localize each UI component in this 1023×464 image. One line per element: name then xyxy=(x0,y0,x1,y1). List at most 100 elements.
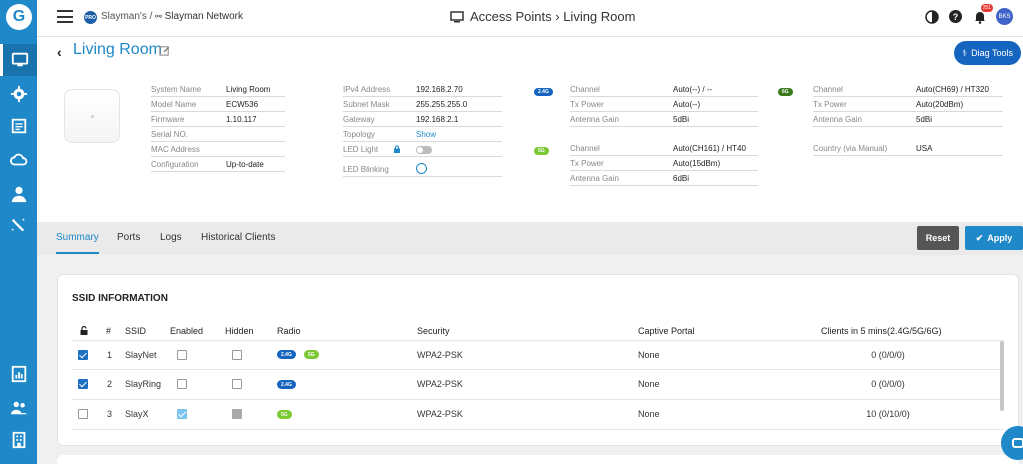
report-icon[interactable] xyxy=(0,358,37,390)
row-clients: 0 (0/0/0) xyxy=(871,379,905,389)
row-ssid: SlayX xyxy=(125,409,149,419)
hidden-checkbox[interactable] xyxy=(232,379,242,389)
reset-button[interactable]: Reset xyxy=(917,226,959,250)
menu-icon[interactable] xyxy=(57,10,73,23)
next-card xyxy=(57,455,1019,464)
top-bar: PRO Slayman's / ⚯ Slayman Network Access… xyxy=(37,0,1023,37)
radio5-antenna: Antenna Gain 6dBi xyxy=(570,171,758,186)
gear-icon[interactable] xyxy=(0,78,37,110)
row-security: WPA2-PSK xyxy=(417,350,463,360)
info-model-name: Model Name ECW536 xyxy=(151,97,285,112)
radio-badge: 2.4G xyxy=(277,350,296,359)
page-heading: Access Points › Living Room xyxy=(450,9,635,24)
help-icon[interactable]: ? xyxy=(948,9,963,24)
led-blink-icon[interactable] xyxy=(416,163,427,174)
radio5-channel: Channel Auto(CH161) / HT40 xyxy=(570,141,758,156)
topology-show-link[interactable]: Show xyxy=(416,130,436,139)
tabs-bar: Summary Ports Logs Historical Clients Re… xyxy=(37,222,1023,255)
row-select-checkbox[interactable] xyxy=(78,409,88,419)
info-topology: Topology Show xyxy=(343,127,502,142)
row-ssid: SlayNet xyxy=(125,350,157,360)
column-header-security[interactable]: Security xyxy=(417,326,450,336)
lock-icon xyxy=(394,145,400,153)
magic-wand-icon[interactable] xyxy=(0,210,37,242)
row-captive-portal: None xyxy=(638,409,660,419)
user-icon[interactable] xyxy=(0,178,37,210)
column-header-enabled[interactable]: Enabled xyxy=(170,326,203,336)
enabled-checkbox[interactable] xyxy=(177,379,187,389)
check-icon: ✔ xyxy=(975,232,984,243)
column-header-clients[interactable]: Clients in 5 mins(2.4G/5G/6G) xyxy=(821,326,942,336)
network-icon: ⚯ xyxy=(155,12,162,21)
tab-logs[interactable]: Logs xyxy=(160,232,182,243)
apply-label: Apply xyxy=(987,233,1013,243)
led-light-toggle[interactable] xyxy=(416,146,432,154)
column-header-hidden[interactable]: Hidden xyxy=(225,326,254,336)
column-header-ssid[interactable]: SSID xyxy=(125,326,146,336)
radio6-txpower: Tx Power Auto(20dBm) xyxy=(813,97,1003,112)
radio5-txpower: Tx Power Auto(15dBm) xyxy=(570,156,758,171)
cloud-icon[interactable] xyxy=(0,144,37,176)
device-panel: ‹ Living Room ⚕ Diag Tools System Name Li… xyxy=(37,37,1023,222)
info-led-blinking: LED Blinking xyxy=(343,159,502,177)
row-divider xyxy=(72,429,1004,430)
notification-badge: 251 xyxy=(980,4,993,12)
radio-badge: 5G xyxy=(277,410,292,419)
row-num: 1 xyxy=(107,350,113,360)
row-captive-portal: None xyxy=(638,379,660,389)
info-serial: Serial NO. xyxy=(151,127,285,142)
table-scrollbar[interactable] xyxy=(1000,341,1004,411)
apply-button[interactable]: ✔ Apply xyxy=(965,226,1023,250)
hidden-checkbox[interactable] xyxy=(232,350,242,360)
band-tag-5g: 5G xyxy=(534,147,549,155)
band-tag-24g: 2.4G xyxy=(534,88,553,96)
radio6-channel: Channel Auto(CH69) / HT320 xyxy=(813,82,1003,97)
monitor-icon[interactable] xyxy=(0,44,37,76)
theme-toggle-icon[interactable] xyxy=(924,9,939,24)
radio24-antenna: Antenna Gain 5dBi xyxy=(570,112,758,127)
radio24-channel: Channel Auto(--) / -- xyxy=(570,82,758,97)
info-subnet: Subnet Mask 255.255.255.0 xyxy=(343,97,502,112)
column-header-radio[interactable]: Radio xyxy=(277,326,301,336)
breadcrumb-network[interactable]: Slayman Network xyxy=(165,11,243,22)
users-icon[interactable] xyxy=(0,392,37,424)
tab-summary[interactable]: Summary xyxy=(56,232,99,243)
column-header-captive-portal[interactable]: Captive Portal xyxy=(638,326,695,336)
row-select-checkbox[interactable] xyxy=(78,379,88,389)
device-title: Living Room xyxy=(73,41,162,58)
enabled-checkbox[interactable] xyxy=(177,350,187,360)
row-captive-portal: None xyxy=(638,350,660,360)
diag-tools-label: Diag Tools xyxy=(971,48,1013,58)
header-divider xyxy=(72,340,1004,341)
breadcrumb-org[interactable]: Slayman's / xyxy=(101,11,152,22)
column-header-num[interactable]: # xyxy=(106,326,111,336)
avatar[interactable]: BKS xyxy=(996,8,1013,25)
building-icon[interactable] xyxy=(0,424,37,456)
row-security: WPA2-PSK xyxy=(417,409,463,419)
enabled-checkbox[interactable] xyxy=(177,409,187,419)
radio-badge: 5G xyxy=(304,350,319,359)
info-ipv4: IPv4 Address 192.168.2.70 xyxy=(343,82,502,97)
hidden-checkbox[interactable] xyxy=(232,409,242,419)
back-chevron-icon[interactable]: ‹ xyxy=(57,44,62,60)
list-icon[interactable] xyxy=(0,110,37,142)
bell-icon[interactable]: 251 xyxy=(972,4,993,24)
row-ssid: SlayRing xyxy=(125,379,162,389)
device-image xyxy=(64,89,120,143)
row-security: WPA2-PSK xyxy=(417,379,463,389)
info-led-light: LED Light xyxy=(343,142,502,157)
app-logo[interactable]: G xyxy=(6,4,32,30)
tab-historical-clients[interactable]: Historical Clients xyxy=(201,232,275,243)
row-clients: 0 (0/0/0) xyxy=(871,350,905,360)
lock-icon xyxy=(80,326,88,335)
row-num: 2 xyxy=(107,379,113,389)
info-mac: MAC Address xyxy=(151,142,285,157)
edit-icon[interactable] xyxy=(159,45,170,56)
info-gateway: Gateway 192.168.2.1 xyxy=(343,112,502,127)
row-select-checkbox[interactable] xyxy=(78,350,88,360)
row-clients: 10 (0/10/0) xyxy=(866,409,910,419)
active-tab-indicator xyxy=(56,252,99,254)
diag-tools-button[interactable]: ⚕ Diag Tools xyxy=(954,41,1021,65)
sidebar: G xyxy=(0,0,37,464)
tab-ports[interactable]: Ports xyxy=(117,232,140,243)
